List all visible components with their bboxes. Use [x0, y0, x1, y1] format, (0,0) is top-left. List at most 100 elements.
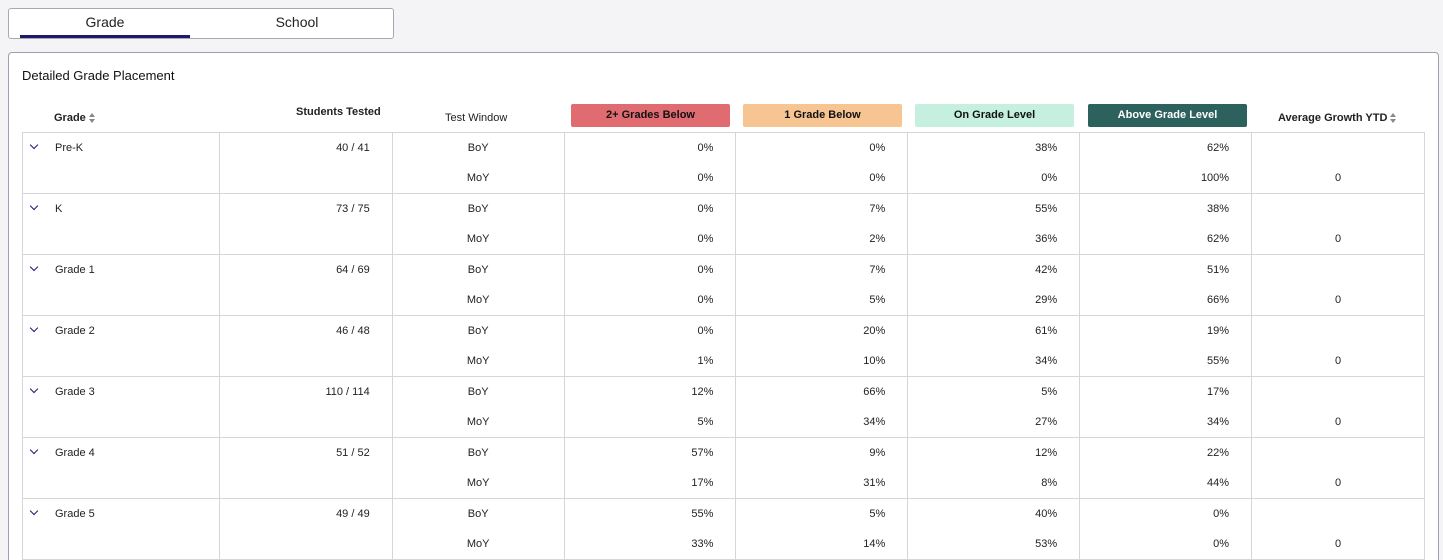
moy-window: MoY: [466, 294, 490, 306]
moy-above: 44%: [1207, 477, 1230, 489]
moy-above: 66%: [1207, 294, 1230, 306]
moy-growth: 0: [1334, 294, 1342, 306]
moy-on: 53%: [1035, 538, 1058, 550]
tab-school[interactable]: School: [212, 9, 382, 38]
grade-header-label: Grade: [54, 112, 86, 124]
students-tested: 110 / 114: [325, 386, 370, 398]
boy-below2: 55%: [691, 508, 714, 520]
boy-above: 0%: [1213, 508, 1230, 520]
boy-window: BoY: [467, 386, 489, 398]
moy-below2: 33%: [691, 538, 714, 550]
moy-below1: 0%: [869, 172, 886, 184]
moy-below1: 2%: [869, 233, 886, 245]
chevron-down-icon[interactable]: [30, 203, 38, 211]
boy-above: 62%: [1207, 142, 1230, 154]
moy-below1: 10%: [863, 355, 886, 367]
legend-1-grade-below: 1 Grade Below: [743, 104, 902, 127]
boy-window: BoY: [467, 203, 489, 215]
boy-window: BoY: [467, 325, 489, 337]
moy-window: MoY: [466, 355, 490, 367]
boy-below1: 9%: [869, 447, 886, 459]
chevron-down-icon[interactable]: [30, 142, 38, 150]
boy-below1: 20%: [863, 325, 886, 337]
growth-header-label: Average Growth YTD: [1278, 112, 1388, 124]
boy-on: 38%: [1035, 142, 1058, 154]
boy-below1: 5%: [869, 508, 886, 520]
moy-window: MoY: [466, 538, 490, 550]
legend-on-grade-level: On Grade Level: [915, 104, 1074, 127]
students-tested: 51 / 52: [336, 447, 370, 459]
sort-icon[interactable]: [88, 113, 96, 124]
moy-below2: 0%: [697, 233, 714, 245]
boy-above: 17%: [1207, 386, 1230, 398]
moy-growth: 0: [1334, 233, 1342, 245]
boy-growth: [1252, 316, 1424, 346]
table-row[interactable]: Grade 4 51 / 52 BoY MoY 57% 17% 9% 31% 12% 8% 22% 4…: [22, 437, 1425, 499]
boy-window: BoY: [467, 447, 489, 459]
boy-below1: 66%: [863, 386, 886, 398]
boy-below2: 12%: [691, 386, 714, 398]
moy-on: 36%: [1035, 233, 1058, 245]
boy-below1: 0%: [869, 142, 886, 154]
chevron-down-icon[interactable]: [30, 325, 38, 333]
panel-title: Detailed Grade Placement: [22, 68, 175, 83]
sort-icon[interactable]: [1390, 113, 1397, 124]
moy-above: 100%: [1200, 172, 1230, 184]
legend-2-grades-below: 2+ Grades Below: [571, 104, 730, 127]
growth-column-header[interactable]: Average Growth YTD: [1278, 112, 1397, 124]
boy-above: 22%: [1207, 447, 1230, 459]
boy-below2: 0%: [697, 142, 714, 154]
moy-below2: 17%: [691, 477, 714, 489]
boy-on: 55%: [1035, 203, 1058, 215]
boy-below2: 57%: [691, 447, 714, 459]
chevron-down-icon[interactable]: [30, 264, 38, 272]
boy-above: 19%: [1207, 325, 1230, 337]
chevron-down-icon[interactable]: [30, 508, 38, 516]
boy-growth: [1252, 255, 1424, 285]
moy-window: MoY: [466, 233, 490, 245]
boy-growth: [1252, 133, 1424, 163]
tab-grade[interactable]: Grade: [20, 9, 190, 38]
moy-below1: 5%: [869, 294, 886, 306]
table-row[interactable]: K 73 / 75 BoY MoY 0% 0% 7% 2% 55% 36% 38% 62% 0: [22, 193, 1425, 255]
boy-growth: [1252, 438, 1424, 468]
moy-above: 34%: [1207, 416, 1230, 428]
boy-below1: 7%: [869, 264, 886, 276]
moy-growth: 0: [1334, 477, 1342, 489]
moy-window: MoY: [466, 477, 490, 489]
legend-above-grade-level: Above Grade Level: [1088, 104, 1247, 127]
students-tested: 40 / 41: [336, 142, 370, 154]
table-row[interactable]: Grade 1 64 / 69 BoY MoY 0% 0% 7% 5% 42% 29% 51% 66%…: [22, 254, 1425, 316]
table-row[interactable]: Grade 5 49 / 49 BoY MoY 55% 33% 5% 14% 40% 53% 0% 0…: [22, 498, 1425, 560]
students-tested: 46 / 48: [336, 325, 370, 337]
moy-below2: 1%: [697, 355, 714, 367]
boy-on: 12%: [1035, 447, 1058, 459]
moy-below2: 0%: [697, 294, 714, 306]
boy-window: BoY: [467, 508, 489, 520]
boy-on: 40%: [1035, 508, 1058, 520]
boy-growth: [1252, 499, 1424, 529]
chevron-down-icon[interactable]: [30, 447, 38, 455]
boy-growth: [1252, 194, 1424, 224]
table-row[interactable]: Pre-K 40 / 41 BoY MoY 0% 0% 0% 0% 38% 0% 62% 100% 0: [22, 132, 1425, 194]
grade-name: Pre-K: [55, 142, 84, 154]
moy-below2: 5%: [697, 416, 714, 428]
boy-on: 61%: [1035, 325, 1058, 337]
students-tested-header: Students Tested: [296, 106, 381, 118]
grade-column-header[interactable]: Grade: [54, 112, 96, 124]
boy-growth: [1252, 377, 1424, 407]
students-tested: 49 / 49: [336, 508, 370, 520]
grade-name: Grade 5: [55, 508, 95, 520]
boy-window: BoY: [467, 264, 489, 276]
view-tabs: Grade School: [8, 8, 394, 39]
moy-on: 34%: [1035, 355, 1058, 367]
table-row[interactable]: Grade 3 110 / 114 BoY MoY 12% 5% 66% 34% 5% 27% 17…: [22, 376, 1425, 438]
grade-name: Grade 1: [55, 264, 95, 276]
chevron-down-icon[interactable]: [30, 386, 38, 394]
moy-above: 55%: [1207, 355, 1230, 367]
boy-below2: 0%: [697, 264, 714, 276]
table-row[interactable]: Grade 2 46 / 48 BoY MoY 0% 1% 20% 10% 61% 34% 19% 5…: [22, 315, 1425, 377]
grade-placement-panel: Detailed Grade Placement Grade Students …: [8, 52, 1439, 560]
moy-growth: 0: [1334, 416, 1342, 428]
placement-table: Pre-K 40 / 41 BoY MoY 0% 0% 0% 0% 38% 0% 62% 100% 0 K…: [22, 132, 1425, 560]
